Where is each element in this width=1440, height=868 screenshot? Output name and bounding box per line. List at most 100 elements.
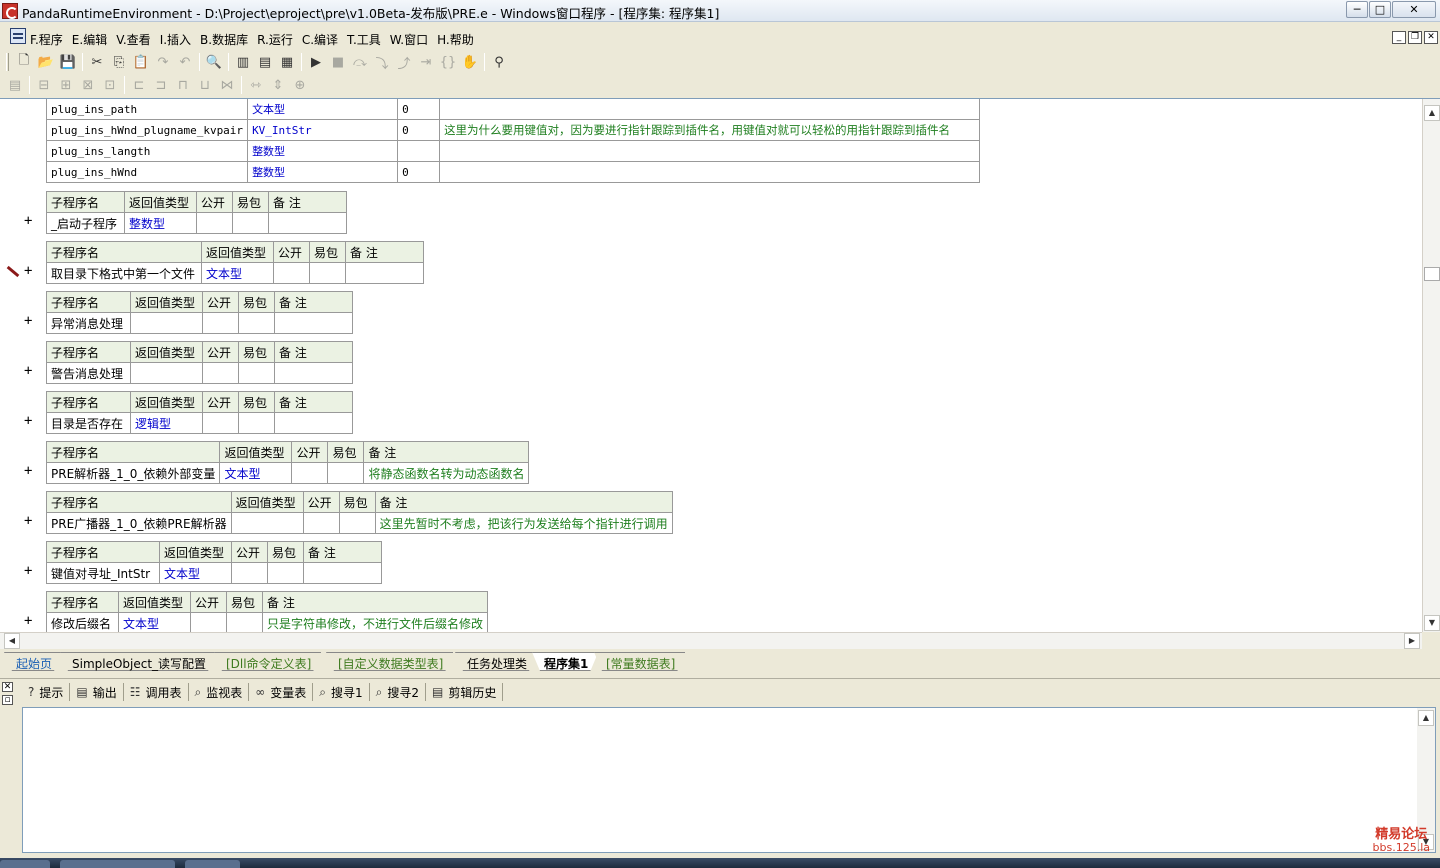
start-button[interactable] xyxy=(0,860,50,868)
subroutine-public-cell[interactable] xyxy=(273,262,310,284)
step-out-icon[interactable]: ⤴ xyxy=(393,52,415,72)
subroutine-return-cell[interactable]: 文本型 xyxy=(201,262,274,284)
expand-plus-icon[interactable]: + xyxy=(24,363,32,379)
subroutine-public-cell[interactable] xyxy=(302,512,340,534)
align-top-icon[interactable]: ⊟ xyxy=(33,75,55,95)
var-name-cell[interactable]: plug_ins_path xyxy=(45,99,249,120)
var-array-cell[interactable]: 0 xyxy=(397,99,441,120)
subroutine-public-cell[interactable] xyxy=(202,312,239,334)
editor-gutter[interactable] xyxy=(0,99,22,632)
layout-top-icon[interactable]: ▤ xyxy=(254,52,276,72)
tab-dll-commands[interactable]: [Dll命令定义表] xyxy=(214,652,321,671)
panel-restore-icon[interactable]: ▫ xyxy=(2,695,13,705)
menu-edit[interactable]: E.编辑 xyxy=(72,31,107,48)
scroll-down-icon[interactable]: ▼ xyxy=(1424,615,1440,631)
vertical-scrollbar[interactable]: ▲ ▼ xyxy=(1422,99,1440,632)
subroutine-easy-cell[interactable] xyxy=(226,612,263,632)
step-into-icon[interactable]: ⤵ xyxy=(371,52,393,72)
subroutine-easy-cell[interactable] xyxy=(232,212,269,234)
scroll-thumb[interactable] xyxy=(1424,267,1440,281)
find-icon[interactable]: 🔍 xyxy=(203,52,225,72)
open-folder-icon[interactable]: 📂 xyxy=(35,52,57,72)
subroutine-name-cell[interactable]: 异常消息处理 xyxy=(46,312,131,334)
subroutine-public-cell[interactable] xyxy=(202,362,239,384)
subroutine-name-cell[interactable]: 修改后缀名 xyxy=(46,612,119,632)
run-icon[interactable]: ▶ xyxy=(305,52,327,72)
subroutine-return-cell[interactable]: 逻辑型 xyxy=(130,412,203,434)
align-bottom-icon[interactable]: ⊠ xyxy=(77,75,99,95)
table-row[interactable]: _启动子程序 整数型 xyxy=(46,212,347,234)
expand-plus-icon[interactable]: + xyxy=(24,563,32,579)
space-vertical-icon[interactable]: ⋈ xyxy=(216,75,238,95)
var-array-cell[interactable]: 0 xyxy=(397,119,441,141)
table-row[interactable]: 警告消息处理 xyxy=(46,362,353,384)
menu-help[interactable]: H.帮助 xyxy=(437,31,474,48)
table-row[interactable]: 修改后缀名 文本型 只是字符串修改，不进行文件后缀名修改 xyxy=(46,612,489,632)
scroll-left-icon[interactable]: ◀ xyxy=(4,633,20,649)
run-to-cursor-icon[interactable]: ⇥ xyxy=(415,52,437,72)
layout-left-icon[interactable]: ▥ xyxy=(232,52,254,72)
output-textarea[interactable]: ▲ ▼ xyxy=(22,707,1436,853)
var-note-cell[interactable]: 这里为什么要用键值对，因为要进行指针跟踪到插件名，用键值对就可以轻松的用指针跟踪… xyxy=(439,119,981,141)
scroll-right-icon[interactable]: ▶ xyxy=(1404,633,1420,649)
subroutine-public-cell[interactable] xyxy=(202,412,239,434)
taskbar-item[interactable] xyxy=(185,860,240,868)
subroutine-name-cell[interactable]: PRE广播器_1_0_依赖PRE解析器 xyxy=(46,512,232,534)
subroutine-easy-cell[interactable] xyxy=(338,512,376,534)
save-icon[interactable]: 💾 xyxy=(57,52,79,72)
document-icon[interactable] xyxy=(10,28,26,44)
menu-tools[interactable]: T.工具 xyxy=(347,31,381,48)
subroutine-note-cell[interactable] xyxy=(345,262,424,284)
var-name-cell[interactable]: plug_ins_hWnd xyxy=(45,161,249,183)
var-note-cell[interactable] xyxy=(439,140,981,162)
breakpoint-icon[interactable]: {} xyxy=(437,52,459,72)
subroutine-note-cell[interactable] xyxy=(268,212,347,234)
subroutine-return-cell[interactable]: 文本型 xyxy=(219,462,293,484)
subroutine-return-cell[interactable] xyxy=(130,312,203,334)
center-horizontal-icon[interactable]: ⊏ xyxy=(128,75,150,95)
same-width-icon[interactable]: ⇿ xyxy=(245,75,267,95)
subroutine-return-cell[interactable]: 整数型 xyxy=(124,212,197,234)
same-size-icon[interactable]: ⇕ xyxy=(267,75,289,95)
layout-grid-icon[interactable]: ▦ xyxy=(276,52,298,72)
subroutine-return-cell[interactable]: 文本型 xyxy=(118,612,191,632)
space-horizontal-icon[interactable]: ⊔ xyxy=(194,75,216,95)
var-type-cell[interactable]: 整数型 xyxy=(247,140,399,162)
paste-icon[interactable]: 📋 xyxy=(130,52,152,72)
expand-plus-icon[interactable]: + xyxy=(24,613,32,629)
subroutine-public-cell[interactable] xyxy=(196,212,233,234)
subroutine-note-cell[interactable]: 只是字符串修改，不进行文件后缀名修改 xyxy=(261,612,489,632)
var-name-cell[interactable]: plug_ins_hWnd_plugname_kvpair xyxy=(45,119,249,141)
new-file-icon[interactable]: 🗋 xyxy=(13,52,35,72)
var-array-cell[interactable]: 0 xyxy=(397,161,441,183)
subroutine-note-cell[interactable]: 这里先暂时不考虑，把该行为发送给每个指针进行调用 xyxy=(374,512,673,534)
tab-simpleobject[interactable]: SimpleObject_读写配置 xyxy=(60,652,216,671)
subroutine-easy-cell[interactable] xyxy=(327,462,365,484)
table-row[interactable]: plug_ins_path 文本型 0 xyxy=(45,99,981,120)
menu-compile[interactable]: C.编译 xyxy=(302,31,338,48)
scroll-up-icon[interactable]: ▲ xyxy=(1424,105,1440,121)
subroutine-name-cell[interactable]: 警告消息处理 xyxy=(46,362,131,384)
tab-assembly1[interactable]: 程序集1 xyxy=(532,652,598,671)
panel-tab[interactable]: ⌕ 搜寻2 xyxy=(370,683,427,701)
expand-plus-icon[interactable]: + xyxy=(24,413,32,429)
subroutine-name-cell[interactable]: 目录是否存在 xyxy=(46,412,131,434)
cut-icon[interactable]: ✂ xyxy=(86,52,108,72)
var-type-cell[interactable]: 整数型 xyxy=(247,161,399,183)
panel-tab[interactable]: ? 提示 xyxy=(22,683,71,701)
menu-run[interactable]: R.运行 xyxy=(257,31,293,48)
subroutine-note-cell[interactable] xyxy=(274,312,353,334)
table-row[interactable]: 目录是否存在 逻辑型 xyxy=(46,412,353,434)
panel-tab[interactable]: ☷ 调用表 xyxy=(124,683,189,701)
mdi-close-button[interactable]: ✕ xyxy=(1424,31,1438,44)
horizontal-scrollbar[interactable]: ◀ ▶ xyxy=(0,632,1422,649)
subroutine-easy-cell[interactable] xyxy=(238,412,275,434)
subroutine-easy-cell[interactable] xyxy=(267,562,304,584)
var-array-cell[interactable] xyxy=(397,140,441,162)
mdi-restore-button[interactable]: ❐ xyxy=(1408,31,1422,44)
maximize-button[interactable]: □ xyxy=(1369,1,1391,18)
subroutine-note-cell[interactable] xyxy=(274,412,353,434)
var-type-cell[interactable]: KV_IntStr xyxy=(247,119,399,141)
panel-close-icon[interactable]: ✕ xyxy=(2,682,13,692)
panel-tab[interactable]: ▤ 剪辑历史 xyxy=(426,683,504,701)
